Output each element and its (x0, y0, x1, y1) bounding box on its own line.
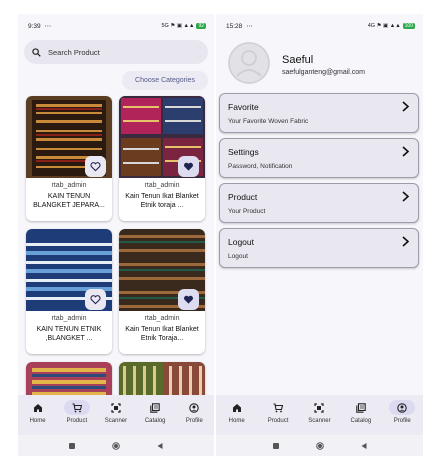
product-card[interactable]: rtab_admin Kain Tenun Ikat Blanket Etnik… (119, 96, 205, 221)
search-icon (32, 47, 41, 57)
menu-subtitle: Logout (228, 253, 248, 260)
chevron-right-icon (402, 146, 410, 157)
scanner-icon (314, 402, 325, 413)
bottom-nav: Home Product Scanner Catalog Profile (216, 395, 423, 435)
choose-categories-button[interactable]: Choose Categories (122, 71, 208, 90)
recents-icon[interactable] (68, 442, 76, 450)
search-bar[interactable]: Search Product (24, 40, 208, 64)
status-time: 15:28 (226, 22, 243, 30)
nav-product[interactable]: Product (60, 400, 94, 424)
nav-profile[interactable]: Profile (177, 400, 211, 424)
chevron-right-icon (402, 191, 410, 202)
seller-name: rtab_admin (51, 315, 87, 322)
battery-icon: 100 (402, 23, 415, 29)
seller-name: rtab_admin (144, 315, 180, 322)
status-time: 9:39 (28, 22, 41, 30)
product-name: Kain Tenun Ikat Blanket Etnik toraja ... (125, 193, 199, 209)
system-home-icon[interactable] (112, 441, 120, 450)
chevron-right-icon (402, 101, 410, 112)
status-icons: 5G ⚑ ▣ ▲▲ (161, 23, 195, 29)
home-icon (232, 403, 241, 412)
nav-catalog[interactable]: Catalog (344, 400, 378, 424)
cart-icon (72, 402, 82, 412)
menu-logout[interactable]: Logout Logout (219, 228, 419, 268)
system-nav-bar (216, 435, 423, 456)
system-nav-bar (18, 435, 214, 456)
menu-title: Settings (228, 147, 259, 157)
menu-subtitle: Password, Notification (228, 163, 293, 170)
nav-label: Product (267, 418, 289, 424)
product-card[interactable]: rtab_admin KAIN TENUN BLANGKET JEPARA... (26, 96, 112, 221)
system-home-icon[interactable] (315, 441, 324, 450)
favorite-button[interactable] (85, 289, 106, 310)
product-card[interactable]: rtab_admin Kain Tenun Ikat Blanket Etnik… (119, 229, 205, 354)
back-icon[interactable] (360, 442, 368, 450)
profile-screen: 15:28 ⋯ 4G ⚑ ▣ ▲▲ 100 Saeful saefulgante… (216, 14, 423, 456)
menu-title: Logout (228, 237, 254, 247)
nav-home[interactable]: Home (220, 400, 254, 424)
catalog-icon (150, 402, 160, 413)
product-card[interactable]: rtab_admin KAIN TENUN ETNIK ,BLANGKET ..… (26, 229, 112, 354)
menu-product[interactable]: Product Your Product (219, 183, 419, 223)
battery-icon: 92 (196, 23, 206, 29)
nav-label: Home (29, 418, 46, 424)
menu-title: Product (228, 192, 258, 202)
product-name: Kain Tenun Ikat Blanket Etnik Toraja... (125, 326, 199, 342)
home-icon (33, 403, 42, 412)
profile-name: Saeful (282, 54, 314, 66)
product-screen: 9:39 ⋯ 5G ⚑ ▣ ▲▲ 92 Search Product Choos… (18, 14, 214, 456)
chevron-right-icon (402, 236, 410, 247)
heart-outline-icon (90, 162, 101, 172)
nav-catalog[interactable]: Catalog (138, 400, 172, 424)
product-name: KAIN TENUN ETNIK ,BLANGKET ... (36, 326, 102, 342)
favorite-button[interactable] (178, 289, 199, 310)
nav-label: Catalog (144, 418, 166, 424)
nav-label: Catalog (350, 418, 372, 424)
heart-outline-icon (90, 295, 101, 305)
nav-label: Profile (393, 418, 411, 424)
nav-label: Scanner (104, 418, 128, 424)
user-placeholder-icon (228, 42, 270, 84)
status-more-icon: ⋯ (246, 23, 253, 30)
nav-home[interactable]: Home (21, 400, 55, 424)
profile-icon (189, 402, 200, 413)
seller-name: rtab_admin (144, 182, 180, 189)
cart-icon (273, 402, 284, 412)
status-bar: 15:28 ⋯ 4G ⚑ ▣ ▲▲ 100 (216, 14, 423, 38)
nav-scanner[interactable]: Scanner (99, 400, 133, 424)
heart-filled-icon (183, 295, 194, 304)
heart-filled-icon (183, 162, 194, 171)
nav-product[interactable]: Product (261, 400, 295, 424)
menu-subtitle: Your Product (228, 208, 266, 215)
nav-label: Profile (185, 418, 203, 424)
avatar[interactable] (228, 42, 270, 84)
profile-icon (397, 402, 407, 413)
recents-icon[interactable] (272, 442, 280, 450)
nav-label: Product (66, 418, 88, 424)
favorite-button[interactable] (85, 156, 106, 177)
product-grid: rtab_admin KAIN TENUN BLANGKET JEPARA...… (26, 96, 208, 406)
back-icon[interactable] (156, 442, 164, 450)
nav-label: Home (228, 418, 245, 424)
favorite-button[interactable] (178, 156, 199, 177)
search-input[interactable]: Search Product (48, 48, 100, 57)
menu-settings[interactable]: Settings Password, Notification (219, 138, 419, 178)
catalog-icon (356, 402, 366, 413)
product-name: KAIN TENUN BLANGKET JEPARA... (33, 193, 105, 209)
nav-profile[interactable]: Profile (385, 400, 419, 424)
status-bar: 9:39 ⋯ 5G ⚑ ▣ ▲▲ 92 (18, 14, 214, 38)
nav-scanner[interactable]: Scanner (302, 400, 336, 424)
menu-title: Favorite (228, 102, 259, 112)
scanner-icon (111, 402, 121, 413)
status-more-icon: ⋯ (44, 23, 52, 30)
menu-favorite[interactable]: Favorite Your Favorite Woven Fabric (219, 93, 419, 133)
bottom-nav: Home Product Scanner Catalog Profile (18, 395, 214, 435)
profile-email: saefulganteng@gmail.com (282, 69, 365, 76)
menu-subtitle: Your Favorite Woven Fabric (228, 118, 309, 125)
seller-name: rtab_admin (51, 182, 87, 189)
nav-label: Scanner (308, 418, 331, 424)
status-icons: 4G ⚑ ▣ ▲▲ (367, 23, 401, 29)
